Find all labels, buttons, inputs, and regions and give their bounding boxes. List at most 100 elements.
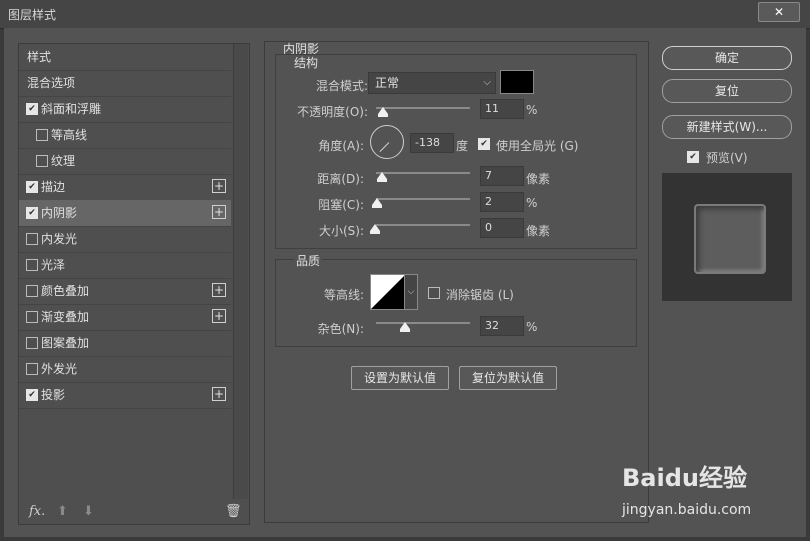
quality-title: 品质 [294, 252, 323, 269]
move-up-icon[interactable]: ⬆ [57, 504, 68, 519]
noise-input[interactable]: 32 [480, 316, 524, 336]
chevron-down-icon: ⌵ [483, 77, 491, 88]
opacity-input[interactable]: 11 [480, 99, 524, 119]
choke-label: 阻塞(C): [318, 198, 364, 212]
list-item-label: 光泽 [41, 258, 66, 272]
reset-default-button[interactable]: 复位为默认值 [459, 366, 557, 390]
new-style-button[interactable]: 新建样式(W)... [662, 115, 792, 139]
size-slider-thumb[interactable] [370, 224, 380, 234]
close-button[interactable]: ✕ [758, 2, 800, 22]
list-item-label: 投影 [41, 388, 66, 402]
list-item[interactable]: ✔ 描边 + [19, 174, 231, 200]
add-icon[interactable]: + [212, 387, 226, 401]
preview-label: 预览(V) [706, 151, 748, 165]
structure-title: 结构 [294, 56, 319, 70]
list-item-label: 斜面和浮雕 [41, 102, 102, 116]
window-title: 图层样式 [8, 8, 57, 22]
watermark-url: jingyan.baidu.com [622, 502, 752, 518]
noise-unit: % [526, 320, 538, 334]
style-list: 样式 混合选项 ✔ 斜面和浮雕 等高线 纹理 ✔ 描边 + ✔ 内阴影 + 内发光 光泽 颜色叠加 + 渐变… [18, 43, 250, 525]
list-item[interactable]: 图案叠加 [19, 330, 231, 356]
distance-slider-thumb[interactable] [377, 172, 387, 182]
choke-input[interactable]: 2 [480, 192, 524, 212]
list-item[interactable]: 外发光 [19, 356, 231, 382]
list-item-label: 渐变叠加 [41, 310, 90, 324]
blend-mode-label: 混合模式: [315, 79, 368, 93]
antialias-label: 消除锯齿 (L) [446, 288, 514, 302]
add-icon[interactable]: + [212, 179, 226, 193]
add-icon[interactable]: + [212, 283, 226, 297]
checkbox[interactable]: ✔ [26, 389, 38, 401]
reset-button[interactable]: 复位 [662, 79, 792, 103]
list-item[interactable]: 等高线 [19, 122, 231, 148]
opacity-slider-track[interactable] [376, 107, 470, 109]
list-item-blend-options[interactable]: 混合选项 [19, 70, 231, 96]
shadow-color-swatch[interactable] [500, 70, 534, 94]
list-item[interactable]: 纹理 [19, 148, 231, 174]
list-item-label: 描边 [41, 180, 66, 194]
list-item-label: 图案叠加 [41, 336, 90, 350]
list-item[interactable]: 光泽 [19, 252, 231, 278]
checkbox[interactable]: ✔ [26, 181, 38, 193]
list-item[interactable]: ✔ 内阴影 + [19, 200, 231, 226]
list-item[interactable]: 渐变叠加 + [19, 304, 231, 330]
watermark-brand: Baidu经验 [622, 464, 747, 492]
ok-button[interactable]: 确定 [662, 46, 792, 70]
size-label: 大小(S): [318, 224, 364, 238]
title-bar: 图层样式 ✕ [0, 0, 810, 29]
preview-checkbox[interactable]: ✔ [687, 151, 699, 163]
opacity-slider-thumb[interactable] [378, 107, 388, 117]
preview-area [662, 173, 792, 301]
checkbox[interactable] [26, 311, 38, 323]
list-item[interactable]: ✔ 斜面和浮雕 [19, 96, 231, 122]
angle-dial[interactable] [370, 125, 404, 159]
set-default-button[interactable]: 设置为默认值 [351, 366, 449, 390]
checkbox[interactable] [36, 129, 48, 141]
size-input[interactable]: 0 [480, 218, 524, 238]
fx-icon[interactable]: fx. [29, 504, 45, 519]
angle-label: 角度(A): [318, 139, 364, 153]
distance-input[interactable]: 7 [480, 166, 524, 186]
list-item[interactable]: 内发光 [19, 226, 231, 252]
list-item-label: 内发光 [41, 232, 78, 246]
global-light-checkbox[interactable]: ✔ [478, 138, 490, 150]
layer-style-dialog: 样式 混合选项 ✔ 斜面和浮雕 等高线 纹理 ✔ 描边 + ✔ 内阴影 + 内发光 光泽 颜色叠加 + 渐变… [4, 28, 806, 537]
trash-icon[interactable]: 🗑 [225, 504, 242, 519]
checkbox[interactable] [26, 337, 38, 349]
list-item[interactable]: 颜色叠加 + [19, 278, 231, 304]
angle-input[interactable]: -138 [410, 133, 454, 153]
add-icon[interactable]: + [212, 205, 226, 219]
contour-preview[interactable] [370, 274, 406, 310]
choke-unit: % [526, 196, 538, 210]
checkbox[interactable]: ✔ [26, 103, 38, 115]
structure-group: 结构 混合模式: 正常 ⌵ 不透明度(O): 11 % 角度(A): -138 度… [275, 54, 637, 249]
list-scrollbar[interactable] [233, 44, 248, 499]
chevron-down-icon[interactable]: ⌵ [404, 274, 418, 310]
move-down-icon[interactable]: ⬇ [83, 504, 94, 519]
checkbox[interactable] [26, 285, 38, 297]
checkbox[interactable] [26, 233, 38, 245]
list-item-label: 内阴影 [41, 206, 78, 220]
choke-slider-track[interactable] [376, 198, 470, 200]
antialias-checkbox[interactable] [428, 287, 440, 299]
checkbox[interactable]: ✔ [26, 207, 38, 219]
noise-slider-track[interactable] [376, 322, 470, 324]
list-item[interactable]: ✔ 投影 + [19, 382, 231, 408]
checkbox[interactable] [26, 363, 38, 375]
add-icon[interactable]: + [212, 309, 226, 323]
checkbox[interactable] [26, 259, 38, 271]
choke-slider-thumb[interactable] [372, 198, 382, 208]
quality-group: 品质 等高线: ⌵ 消除锯齿 (L) 杂色(N): 32 % [275, 252, 637, 347]
distance-label: 距离(D): [317, 172, 364, 186]
inner-shadow-panel: 内阴影 结构 混合模式: 正常 ⌵ 不透明度(O): 11 % 角度(A): -1… [264, 41, 649, 523]
size-slider-track[interactable] [376, 224, 470, 226]
noise-slider-thumb[interactable] [400, 322, 410, 332]
preview-swatch [694, 204, 766, 274]
list-header-styles[interactable]: 样式 [19, 44, 231, 70]
checkbox[interactable] [36, 155, 48, 167]
blend-mode-select[interactable]: 正常 ⌵ [368, 72, 496, 94]
opacity-unit: % [526, 103, 538, 117]
distance-slider-track[interactable] [376, 172, 470, 174]
opacity-label: 不透明度(O): [297, 105, 368, 119]
list-item-label: 纹理 [51, 154, 76, 168]
